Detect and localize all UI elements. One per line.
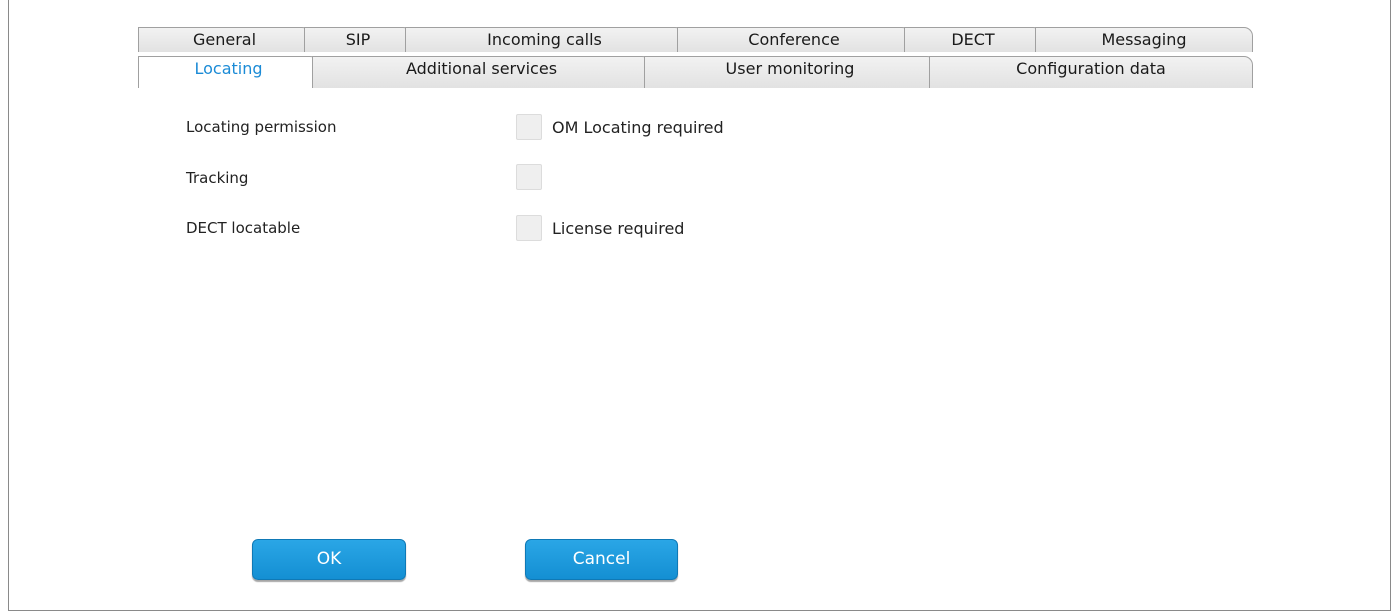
tracking-checkbox[interactable] xyxy=(516,164,542,190)
tab-dect[interactable]: DECT xyxy=(904,27,1042,52)
om-locating-required-checkbox[interactable] xyxy=(516,114,542,140)
tab-general[interactable]: General xyxy=(138,27,311,52)
tab-conference[interactable]: Conference xyxy=(677,27,911,52)
tracking-label: Tracking xyxy=(186,169,249,187)
tab-locating[interactable]: Locating xyxy=(138,56,319,88)
tab-additional-services[interactable]: Additional services xyxy=(312,56,651,88)
tab-messaging[interactable]: Messaging xyxy=(1035,27,1253,52)
tab-user-monitoring[interactable]: User monitoring xyxy=(644,56,936,88)
license-required-checkbox[interactable] xyxy=(516,215,542,241)
tab-configuration-data[interactable]: Configuration data xyxy=(929,56,1253,88)
om-locating-required-text: OM Locating required xyxy=(552,118,724,137)
license-required-text: License required xyxy=(552,219,685,238)
dect-locatable-label: DECT locatable xyxy=(186,219,301,237)
dialog-frame xyxy=(8,0,1391,611)
ok-button[interactable]: OK xyxy=(252,539,406,580)
tab-row-bottom: Locating Additional services User monito… xyxy=(0,56,1392,88)
tab-sip[interactable]: SIP xyxy=(304,27,412,52)
tab-row-top: General SIP Incoming calls Conference DE… xyxy=(0,27,1392,52)
locating-permission-label: Locating permission xyxy=(186,118,337,136)
tab-incoming-calls[interactable]: Incoming calls xyxy=(405,27,684,52)
cancel-button[interactable]: Cancel xyxy=(525,539,678,580)
